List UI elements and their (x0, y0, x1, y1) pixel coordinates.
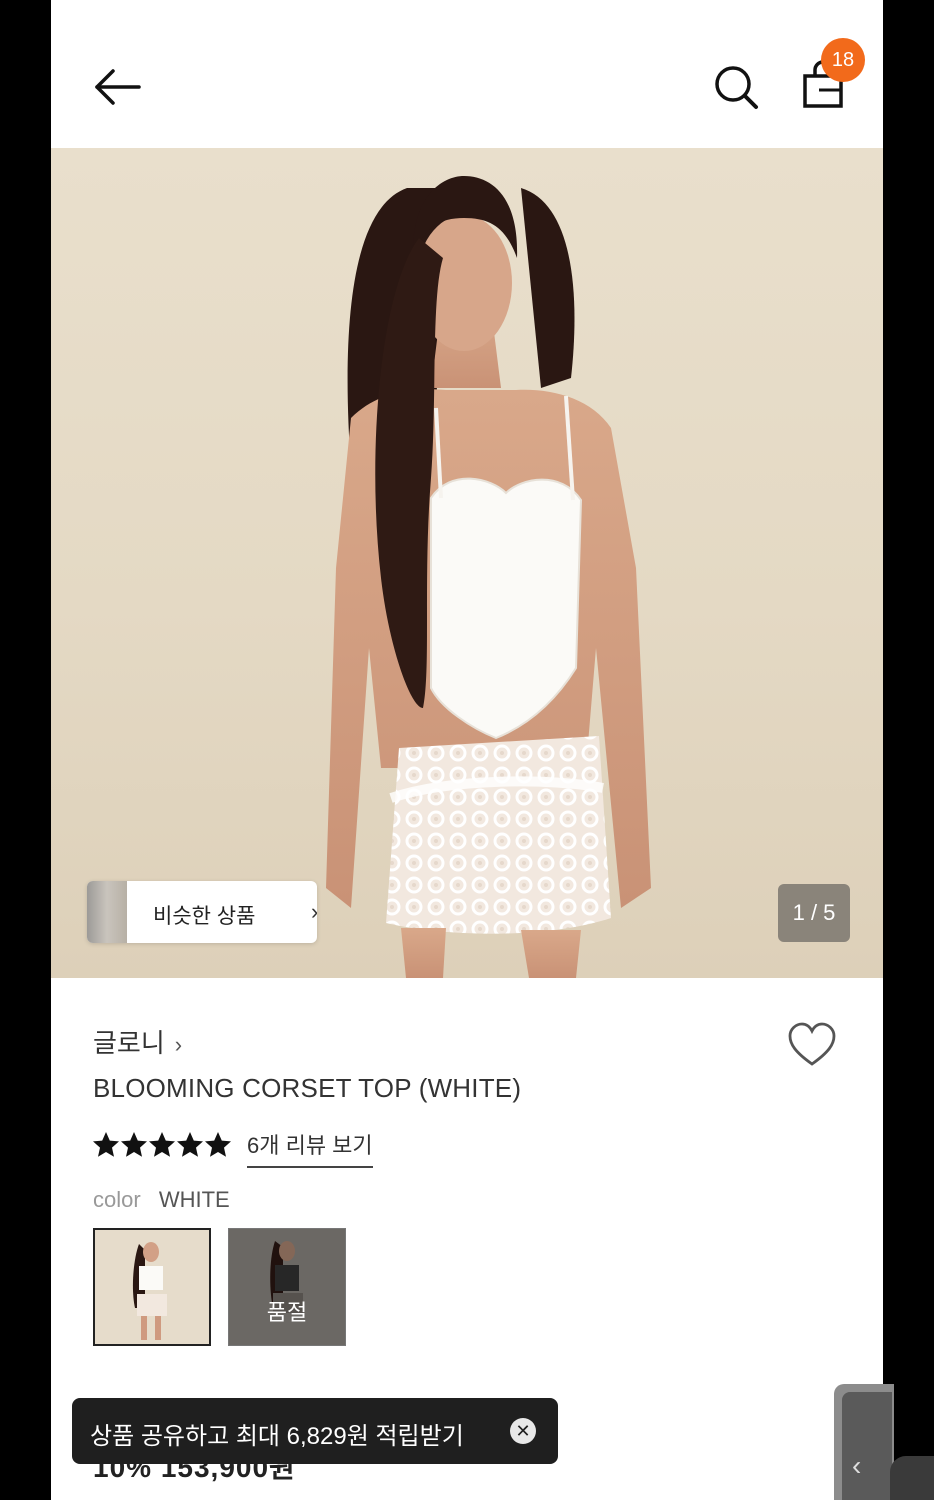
arrow-left-icon (95, 69, 141, 105)
color-swatch-white[interactable] (93, 1228, 211, 1346)
color-value: WHITE (158, 1187, 230, 1212)
image-page-indicator: 1 / 5 (778, 884, 850, 942)
side-drawer-handle[interactable]: ‹ (834, 1384, 894, 1500)
similar-products-button[interactable]: 비슷한 상품 › (87, 881, 317, 943)
share-reward-toast: 상품 공유하고 최대 6,829원 적립받기 ✕ (72, 1398, 558, 1464)
star-icon (93, 1132, 119, 1157)
star-icon (149, 1132, 175, 1157)
chevron-right-icon: › (174, 1032, 183, 1057)
color-option-row: color WHITE (93, 1187, 230, 1213)
overlay-corner (890, 1456, 934, 1500)
wishlist-button[interactable] (787, 1022, 837, 1068)
star-icon (121, 1132, 147, 1157)
side-drawer-inner (842, 1392, 892, 1500)
brand-name: 글로니 (93, 1028, 165, 1058)
brand-link[interactable]: 글로니 › (93, 1023, 182, 1060)
star-icon (177, 1132, 203, 1157)
chevron-left-icon: ‹ (852, 1450, 862, 1481)
search-button[interactable] (711, 62, 761, 112)
top-bar: 18 (51, 0, 883, 148)
cart-count-badge: 18 (821, 38, 865, 82)
swatch-thumbnail (95, 1230, 209, 1344)
heart-icon (788, 1022, 836, 1066)
color-swatch-black[interactable]: 품절 (228, 1228, 346, 1346)
product-image-carousel[interactable]: 비슷한 상품 › 1 / 5 (51, 148, 883, 978)
toast-message: 상품 공유하고 최대 6,829원 적립받기 (90, 1423, 464, 1450)
rating-stars (93, 1132, 231, 1157)
chevron-right-icon: › (311, 899, 317, 925)
search-icon (715, 66, 758, 109)
product-title: BLOOMING CORSET TOP (WHITE) (93, 1073, 522, 1103)
back-button[interactable] (91, 62, 147, 110)
review-link[interactable]: 6개 리뷰 보기 (247, 1128, 373, 1168)
app-screen: 18 비슷한 상품 1 / 5 글로니 › BLOOMING CORSET TO… (51, 0, 883, 1500)
product-photo (326, 176, 651, 978)
close-icon[interactable]: ✕ (510, 1418, 536, 1444)
star-icon (205, 1132, 231, 1157)
similar-products-label: 비슷한 상품 (153, 905, 256, 928)
similar-products-thumbnail (87, 881, 127, 943)
color-label: color (93, 1187, 141, 1212)
soldout-label: 품절 (266, 1300, 308, 1325)
swatch-thumbnail (229, 1229, 345, 1345)
